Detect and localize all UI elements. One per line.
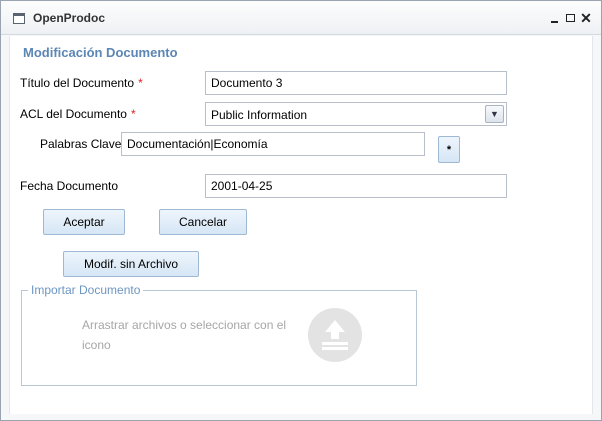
form-panel: Modificación Documento Título del Docume… [9, 36, 593, 414]
maximize-icon [565, 14, 575, 22]
palabras-input[interactable] [121, 132, 425, 156]
window-controls: ✕ [547, 9, 593, 27]
upload-arrow-icon [322, 320, 348, 350]
titulo-label: Título del Documento * [20, 76, 143, 90]
palabras-select-button[interactable]: * [438, 136, 460, 163]
minimize-button[interactable] [547, 9, 561, 27]
close-icon: ✕ [580, 10, 592, 26]
acl-label-text: ACL del Documento [20, 107, 127, 121]
minimize-icon [550, 21, 558, 23]
required-mark: * [130, 107, 136, 121]
chevron-down-icon[interactable]: ▼ [485, 105, 504, 123]
titulo-input[interactable] [205, 71, 507, 95]
acl-selected-value: Public Information [211, 108, 308, 122]
close-button[interactable]: ✕ [579, 9, 593, 27]
window-title: OpenProdoc [33, 11, 106, 25]
accept-button[interactable]: Aceptar [43, 209, 125, 235]
palabras-label: Palabras Clave [40, 137, 122, 151]
import-legend: Importar Documento [28, 283, 144, 297]
maximize-button[interactable] [563, 9, 577, 27]
window-icon [13, 13, 25, 24]
fecha-label: Fecha Documento [20, 179, 119, 193]
import-dropzone[interactable]: Importar Documento Arrastrar archivos o … [21, 283, 417, 386]
fecha-input[interactable] [205, 174, 507, 198]
modify-without-file-button[interactable]: Modif. sin Archivo [63, 251, 199, 277]
cancel-button[interactable]: Cancelar [159, 209, 247, 235]
import-hint: Arrastrar archivos o seleccionar con el … [82, 318, 287, 352]
acl-label: ACL del Documento * [20, 107, 136, 121]
required-mark: * [138, 76, 143, 90]
upload-icon[interactable] [308, 308, 362, 362]
title-bar[interactable]: OpenProdoc ✕ [1, 1, 601, 35]
dialog-window: OpenProdoc ✕ Modificación Documento Títu… [0, 0, 602, 421]
titulo-label-text: Título del Documento [20, 76, 135, 90]
form-title: Modificación Documento [23, 45, 178, 60]
acl-select[interactable]: Public Information ▼ [205, 102, 507, 126]
